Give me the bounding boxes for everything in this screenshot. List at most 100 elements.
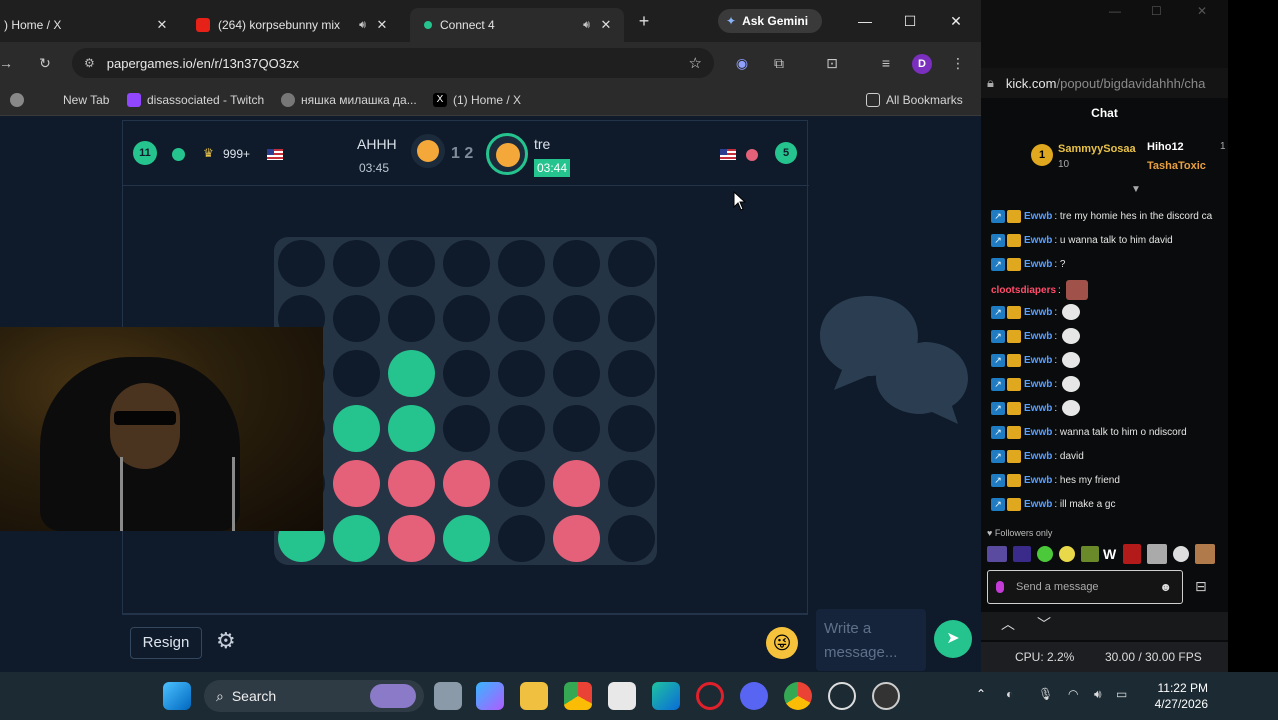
all-bookmarks-button[interactable]: All Bookmarks <box>866 92 963 108</box>
close-tab-icon[interactable]: ✕ <box>154 17 170 33</box>
volume-icon[interactable]: 🔊︎ <box>1094 687 1102 702</box>
empty-slot[interactable] <box>333 295 380 342</box>
start-icon[interactable] <box>163 682 191 710</box>
bookmark-star-icon[interactable]: ☆ <box>689 54 702 72</box>
chevron-down-icon[interactable]: ﹀ <box>1037 614 1051 634</box>
pink-disc[interactable] <box>333 460 380 507</box>
empty-slot[interactable] <box>498 295 545 342</box>
taskbar-search[interactable]: ⌕ Search <box>204 680 424 712</box>
reload-icon[interactable]: ↻ <box>33 51 57 75</box>
settings-gear-icon[interactable]: ⚙ <box>216 628 236 654</box>
close-window-icon[interactable]: ✕ <box>1197 4 1207 18</box>
close-window-icon[interactable]: ✕ <box>942 9 970 33</box>
collapse-icon[interactable]: ▼ <box>1131 184 1141 195</box>
emote-icon[interactable] <box>1037 546 1053 562</box>
green-disc[interactable] <box>333 405 380 452</box>
pink-disc[interactable] <box>553 460 600 507</box>
ask-gemini-button[interactable]: ✦ Ask Gemini <box>718 9 822 33</box>
empty-slot[interactable] <box>608 460 655 507</box>
emote-icon[interactable] <box>1195 544 1215 564</box>
tab-connect4[interactable]: Connect 4 🔊︎ ✕ <box>410 8 624 42</box>
kick-message-input[interactable]: Send a message ☻ <box>987 570 1183 604</box>
resign-button[interactable]: Resign <box>130 627 202 659</box>
empty-slot[interactable] <box>443 240 490 287</box>
system-clock[interactable]: 11:22 PM 4/27/2026 <box>1150 680 1208 712</box>
battery-icon[interactable]: ▭ <box>1116 687 1127 701</box>
emote-icon[interactable] <box>987 546 1007 562</box>
task-view-icon[interactable] <box>434 682 462 710</box>
pink-disc[interactable] <box>388 460 435 507</box>
emote-icon[interactable]: W <box>1103 546 1116 562</box>
empty-slot[interactable] <box>388 295 435 342</box>
mic-icon[interactable] <box>996 581 1004 593</box>
tab-youtube[interactable]: (264) korpsebunny mix 🔊︎ ✕ <box>186 8 400 42</box>
minimize-icon[interactable]: — <box>1109 4 1121 18</box>
store-icon[interactable] <box>608 682 636 710</box>
pink-disc[interactable] <box>388 515 435 562</box>
tab-x-home[interactable]: ) Home / X ✕ <box>0 8 180 42</box>
extension-icon[interactable]: ◉ <box>730 51 754 75</box>
empty-slot[interactable] <box>498 240 545 287</box>
obs-icon[interactable] <box>872 682 900 710</box>
chevron-up-icon[interactable]: ︿ <box>1001 614 1015 634</box>
pink-disc[interactable] <box>443 460 490 507</box>
empty-slot[interactable] <box>553 295 600 342</box>
emote-icon[interactable] <box>1013 546 1031 562</box>
empty-slot[interactable] <box>498 460 545 507</box>
green-disc[interactable] <box>443 515 490 562</box>
empty-slot[interactable] <box>388 240 435 287</box>
media-player-icon[interactable] <box>828 682 856 710</box>
empty-slot[interactable] <box>608 515 655 562</box>
green-disc[interactable] <box>388 405 435 452</box>
maximize-icon[interactable]: ☐ <box>896 9 924 33</box>
chrome-icon[interactable] <box>564 682 592 710</box>
bookmark-new-tab[interactable]: New Tab <box>63 92 109 108</box>
address-bar[interactable]: ⚙ papergames.io/en/r/13n37QO3zx ☆ <box>72 48 714 78</box>
apps-icon[interactable] <box>10 92 30 108</box>
bookmark-nyashka[interactable]: няшка милашка да... <box>281 92 417 108</box>
speaker-icon[interactable]: 🔊︎ <box>359 19 366 32</box>
speaker-icon[interactable]: 🔊︎ <box>583 19 590 32</box>
green-disc[interactable] <box>388 350 435 397</box>
green-disc[interactable] <box>333 515 380 562</box>
empty-slot[interactable] <box>553 350 600 397</box>
file-explorer-icon[interactable] <box>520 682 548 710</box>
kick-address-bar[interactable]: 🔒︎ kick.com /popout/bigdavidahhh/cha <box>981 68 1228 98</box>
copilot-icon[interactable] <box>476 682 504 710</box>
empty-slot[interactable] <box>498 405 545 452</box>
menu-icon[interactable]: ⋮ <box>946 51 970 75</box>
close-tab-icon[interactable]: ✕ <box>374 17 390 33</box>
pink-disc[interactable] <box>553 515 600 562</box>
emoji-icon[interactable]: 😜 <box>766 627 798 659</box>
maximize-icon[interactable]: ☐ <box>1151 4 1162 18</box>
empty-slot[interactable] <box>498 350 545 397</box>
emote-icon[interactable] <box>1123 544 1141 564</box>
puzzle-icon[interactable]: ⧉ <box>767 51 791 75</box>
opera-icon[interactable] <box>696 682 724 710</box>
empty-slot[interactable] <box>333 350 380 397</box>
connect4-board[interactable] <box>274 237 657 565</box>
game-chat-input[interactable]: Write a message... <box>816 609 926 671</box>
empty-slot[interactable] <box>278 240 325 287</box>
discord-icon[interactable] <box>740 682 768 710</box>
empty-slot[interactable] <box>498 515 545 562</box>
emote-icon[interactable] <box>1147 544 1167 564</box>
empty-slot[interactable] <box>553 405 600 452</box>
close-tab-icon[interactable]: ✕ <box>598 17 614 33</box>
empty-slot[interactable] <box>608 405 655 452</box>
send-icon[interactable]: ➤ <box>934 620 972 658</box>
tab-search-icon[interactable]: ⊡ <box>820 51 844 75</box>
chrome-profile-icon[interactable] <box>784 682 812 710</box>
empty-slot[interactable] <box>608 295 655 342</box>
bookmark-x-home[interactable]: X (1) Home / X <box>433 92 521 108</box>
gift-icon[interactable]: ⊟ <box>1195 578 1207 595</box>
wifi-icon[interactable]: ◠ <box>1068 687 1078 701</box>
emote-icon[interactable] <box>1081 546 1099 562</box>
empty-slot[interactable] <box>443 405 490 452</box>
emoji-picker-icon[interactable]: ☻ <box>1159 580 1172 594</box>
media-icon[interactable]: ≡ <box>874 51 898 75</box>
microphone-icon[interactable]: 🎙︎ <box>1038 687 1053 701</box>
emote-icon[interactable] <box>1059 546 1075 562</box>
empty-slot[interactable] <box>553 240 600 287</box>
empty-slot[interactable] <box>333 240 380 287</box>
